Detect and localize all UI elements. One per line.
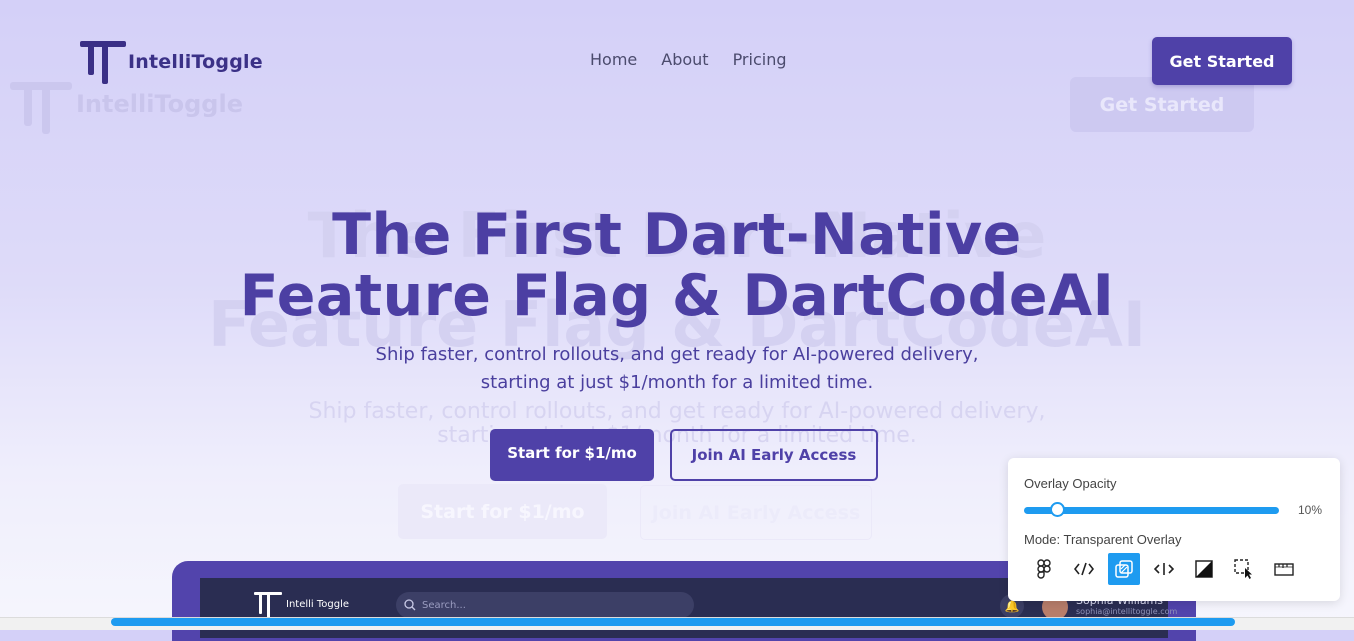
preview-search: Search... xyxy=(396,592,694,618)
ghost-get-started: Get Started xyxy=(1070,77,1254,132)
opacity-slider-handle[interactable] xyxy=(1050,502,1065,517)
ghost-logo-icon xyxy=(10,74,72,134)
logo-icon xyxy=(80,38,126,84)
get-started-button[interactable]: Get Started xyxy=(1152,37,1292,85)
difference-icon[interactable] xyxy=(1188,553,1220,585)
nav-about[interactable]: About xyxy=(661,50,708,69)
ghost-logo-text: IntelliToggle xyxy=(76,90,243,118)
overlay-icon[interactable] xyxy=(1108,553,1140,585)
split-icon[interactable] xyxy=(1148,553,1180,585)
ruler-icon[interactable] xyxy=(1268,553,1300,585)
preview-logo: Intelli Toggle xyxy=(254,590,349,618)
figma-icon[interactable] xyxy=(1028,553,1060,585)
overlay-opacity-label: Overlay Opacity xyxy=(1024,476,1117,491)
logo-text: IntelliToggle xyxy=(128,51,263,73)
overlay-toolbar xyxy=(1028,553,1300,585)
nav-home[interactable]: Home xyxy=(590,50,637,69)
ghost-subtitle-line1: Ship faster, control rollouts, and get r… xyxy=(308,399,1046,424)
preview-logo-icon xyxy=(254,590,282,618)
hero-title-line1: The First Dart-Native xyxy=(332,202,1022,268)
opacity-value: 10% xyxy=(1298,503,1323,517)
preview-logo-text: Intelli Toggle xyxy=(286,598,350,610)
select-icon[interactable] xyxy=(1228,553,1260,585)
horizontal-scrollbar-thumb[interactable] xyxy=(111,618,1235,626)
hero-title-line2: Feature Flag & DartCodeAI xyxy=(239,263,1115,329)
nav-pricing[interactable]: Pricing xyxy=(733,50,787,69)
preview-user-email: sophia@intellitoggle.com xyxy=(1076,607,1178,616)
ghost-start-button: Start for $1/mo xyxy=(398,484,607,539)
start-button[interactable]: Start for $1/mo xyxy=(490,429,654,481)
search-icon xyxy=(404,599,416,611)
overlay-panel: Overlay Opacity 10% Mode: Transparent Ov… xyxy=(1008,458,1340,601)
code-icon[interactable] xyxy=(1068,553,1100,585)
main-nav: Home About Pricing xyxy=(590,50,787,69)
early-access-button[interactable]: Join AI Early Access xyxy=(670,429,878,481)
hero-subtitle-line1: Ship faster, control rollouts, and get r… xyxy=(375,344,979,365)
mode-label: Mode: Transparent Overlay xyxy=(1024,532,1182,547)
preview-search-placeholder: Search... xyxy=(422,599,466,611)
hero-subtitle-line2: starting at just $1/month for a limited … xyxy=(480,372,874,393)
logo[interactable]: IntelliToggle xyxy=(80,38,263,84)
ghost-early-access-button: Join AI Early Access xyxy=(640,485,872,540)
